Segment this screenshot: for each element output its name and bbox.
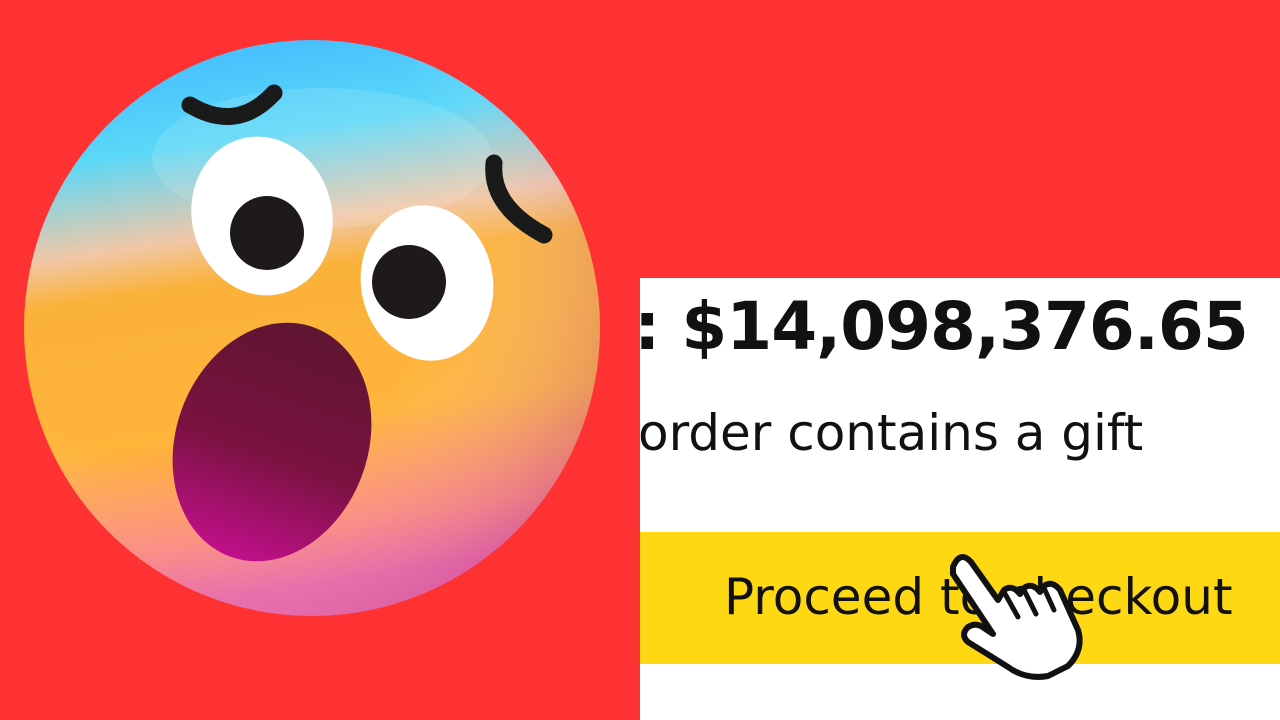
subtotal-amount: : $14,098,376.65 [640, 288, 1249, 365]
hand-pointer-icon [950, 554, 1083, 680]
gift-option-label: order contains a gift [640, 404, 1144, 462]
fearful-face-emoji-icon [24, 40, 600, 616]
